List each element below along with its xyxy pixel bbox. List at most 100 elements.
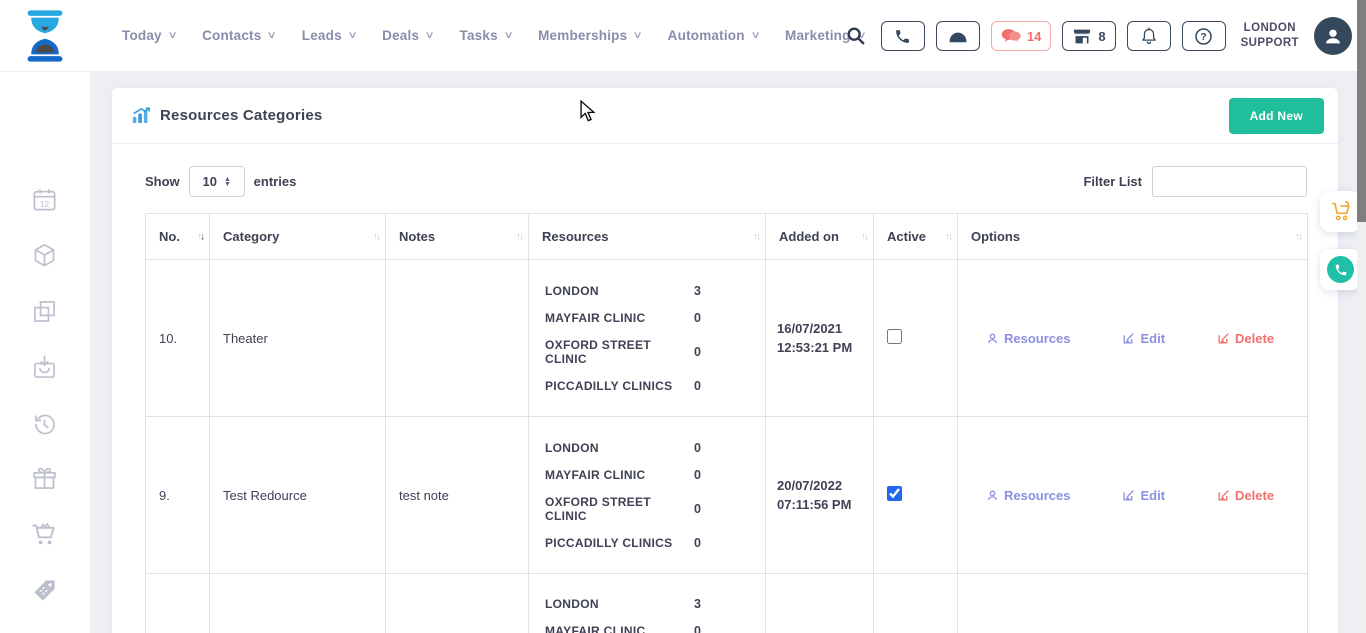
- nav-memberships[interactable]: Memberships∨: [538, 28, 642, 43]
- nav-contacts[interactable]: Contacts ∨: [202, 28, 276, 43]
- resource-item: LONDON0: [545, 441, 750, 455]
- nav-deals-label: Deals: [382, 28, 419, 43]
- cell-no: 10.: [146, 260, 210, 417]
- resource-item: MAYFAIR CLINIC0: [545, 624, 750, 633]
- chevron-down-icon: ∨: [267, 30, 277, 41]
- person-icon: [986, 489, 999, 502]
- active-checkbox[interactable]: [887, 486, 902, 501]
- nav-memberships-label: Memberships: [538, 28, 627, 43]
- app-logo[interactable]: [0, 10, 90, 62]
- delete-icon: [1217, 332, 1230, 345]
- delete-link[interactable]: Delete: [1217, 331, 1274, 346]
- calendar-download-icon[interactable]: [31, 354, 58, 386]
- scrollbar-thumb[interactable]: [1357, 0, 1366, 222]
- nav-today[interactable]: Today∨: [122, 28, 176, 43]
- cell-options: Resources Edit Delete: [958, 417, 1308, 574]
- resource-item: PICCADILLY CLINICS0: [545, 379, 750, 393]
- copy-icon[interactable]: [31, 298, 58, 330]
- cell-category: Theater: [210, 260, 386, 417]
- notifications-button[interactable]: [1127, 21, 1171, 51]
- nav-leads-label: Leads: [302, 28, 342, 43]
- cell-no: [146, 574, 210, 633]
- chat-count-badge: 14: [1027, 29, 1041, 44]
- cube-icon[interactable]: [31, 242, 58, 274]
- filter-input[interactable]: [1152, 166, 1307, 197]
- column-header-options[interactable]: Options↑↓: [958, 214, 1308, 260]
- edit-icon: [1122, 332, 1135, 345]
- cell-options: Resources Edit Delete: [958, 260, 1308, 417]
- person-icon: [1322, 25, 1344, 47]
- nav-leads[interactable]: Leads ∨: [302, 28, 356, 43]
- nav-contacts-label: Contacts: [202, 28, 261, 43]
- store-button[interactable]: 8: [1062, 21, 1115, 51]
- phone-circle: [1327, 256, 1354, 283]
- store-count-badge: 8: [1098, 29, 1105, 44]
- nav-tasks[interactable]: Tasks∨: [460, 28, 513, 43]
- cell-notes: [386, 260, 529, 417]
- floating-phone-button[interactable]: [1320, 249, 1361, 290]
- resources-categories-table: No.↑↓ Category↑↓ Notes↑↓ Resources↑↓ Add…: [145, 213, 1308, 633]
- tag-icon[interactable]: [31, 577, 58, 609]
- phone-icon: [1334, 263, 1348, 277]
- nav-automation[interactable]: Automation∨: [668, 28, 759, 43]
- help-button[interactable]: ?: [1182, 21, 1226, 51]
- floating-cart-button[interactable]: [1320, 191, 1361, 232]
- column-header-no[interactable]: No.↑↓: [146, 214, 210, 260]
- sort-icon: ↑↓: [197, 231, 203, 242]
- add-new-button[interactable]: Add New: [1229, 98, 1324, 134]
- cell-active: [874, 417, 958, 574]
- table-row: 9. Test Redource test note LONDON0 MAYFA…: [146, 417, 1308, 574]
- left-sidebar: 12: [0, 72, 90, 633]
- user-avatar[interactable]: [1314, 17, 1352, 55]
- column-header-resources[interactable]: Resources↑↓: [529, 214, 766, 260]
- active-checkbox[interactable]: [887, 329, 902, 344]
- inbox-button[interactable]: [936, 21, 980, 51]
- chevron-down-icon: ∨: [503, 30, 513, 41]
- resource-item: OXFORD STREET CLINIC0: [545, 338, 750, 366]
- table-row: LONDON3 MAYFAIR CLINIC0: [146, 574, 1308, 633]
- cell-category: [210, 574, 386, 633]
- inbox-icon: [948, 29, 968, 43]
- resources-link[interactable]: Resources: [986, 331, 1070, 346]
- column-header-added-on[interactable]: Added on↑↓: [766, 214, 874, 260]
- delete-link[interactable]: Delete: [1217, 488, 1274, 503]
- column-header-active[interactable]: Active↑↓: [874, 214, 958, 260]
- cart-icon: [1330, 201, 1352, 222]
- page-length-control: Show 10 ▲▼ entries: [145, 166, 296, 197]
- topbar-actions: 14 8 ? LONDON SUPPORT: [846, 0, 1352, 72]
- resources-categories-card: Resources Categories Add New Show 10 ▲▼ …: [112, 88, 1338, 633]
- search-icon[interactable]: [846, 26, 866, 46]
- column-header-category[interactable]: Category↑↓: [210, 214, 386, 260]
- nav-today-label: Today: [122, 28, 162, 43]
- phone-icon: [894, 28, 911, 45]
- resources-link[interactable]: Resources: [986, 488, 1070, 503]
- column-header-notes[interactable]: Notes↑↓: [386, 214, 529, 260]
- resource-item: LONDON3: [545, 597, 750, 611]
- vertical-scrollbar[interactable]: [1357, 0, 1366, 633]
- chat-messages-button[interactable]: 14: [991, 21, 1051, 51]
- topbar: Today∨ Contacts∨ Leads∨ Deals∨ Tasks∨ Me…: [0, 0, 1366, 72]
- user-name-line2: SUPPORT: [1241, 36, 1299, 51]
- table-header-row: No.↑↓ Category↑↓ Notes↑↓ Resources↑↓ Add…: [146, 214, 1308, 260]
- cart-icon[interactable]: [31, 521, 58, 553]
- help-icon: ?: [1194, 27, 1213, 46]
- phone-calls-button[interactable]: [881, 21, 925, 51]
- store-icon: [1072, 28, 1092, 45]
- chart-icon: [132, 107, 151, 124]
- page-length-select[interactable]: 10 ▲▼: [189, 166, 245, 197]
- chat-icon: [1001, 28, 1021, 44]
- edit-link[interactable]: Edit: [1122, 331, 1165, 346]
- gift-icon[interactable]: [31, 465, 58, 497]
- nav-deals[interactable]: Deals∨: [382, 28, 433, 43]
- edit-icon: [1122, 489, 1135, 502]
- cell-added-on: 20/07/202207:11:56 PM: [766, 417, 874, 574]
- cell-resources: LONDON3 MAYFAIR CLINIC0 OXFORD STREET CL…: [529, 260, 766, 417]
- history-icon[interactable]: [31, 410, 58, 442]
- edit-link[interactable]: Edit: [1122, 488, 1165, 503]
- entries-label: entries: [254, 174, 297, 189]
- page-title: Resources Categories: [132, 107, 322, 124]
- cell-resources: LONDON0 MAYFAIR CLINIC0 OXFORD STREET CL…: [529, 417, 766, 574]
- chevron-down-icon: ∨: [347, 30, 357, 41]
- cell-options: [958, 574, 1308, 633]
- calendar-icon[interactable]: 12: [31, 186, 58, 218]
